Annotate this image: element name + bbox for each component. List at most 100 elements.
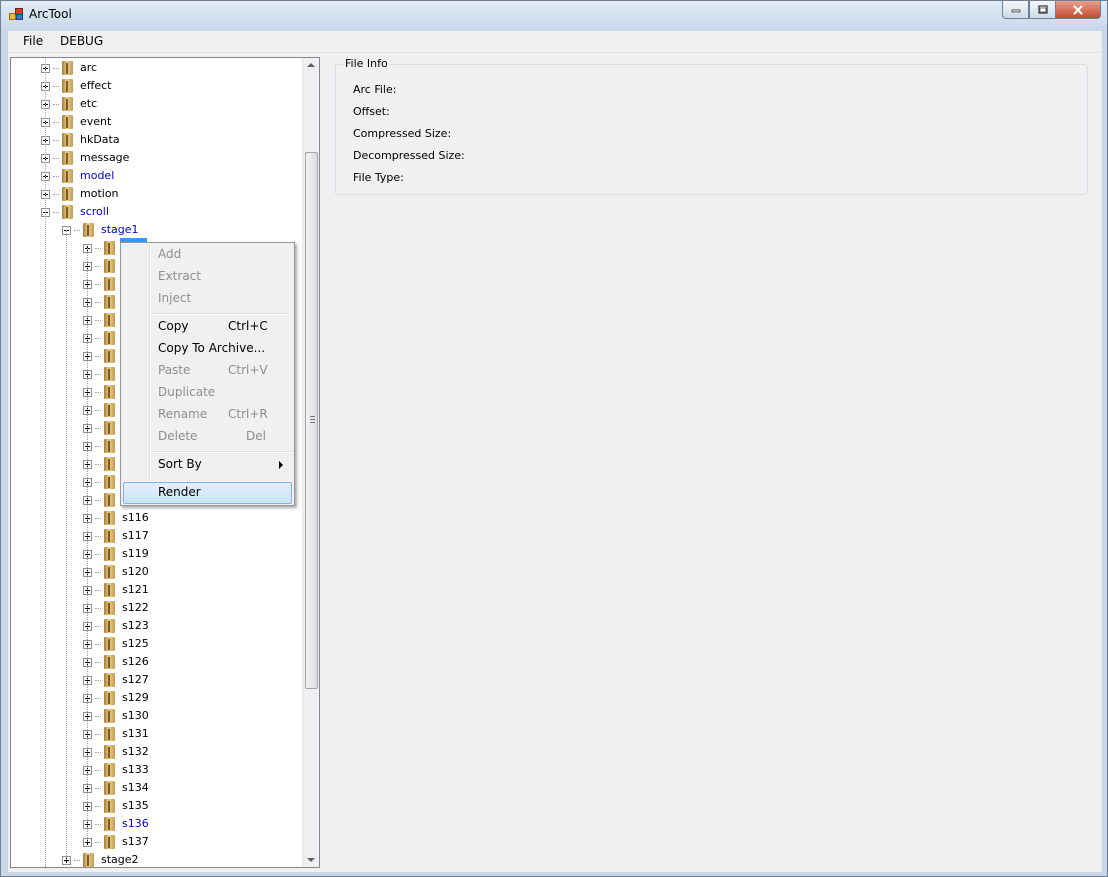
menu-item-sort-by[interactable]: Sort By: [123, 454, 292, 476]
tree-node-motion[interactable]: motion: [41, 185, 119, 203]
folder-icon: [102, 474, 118, 490]
tree-node-stage2[interactable]: stage2: [62, 851, 139, 867]
tree-node-message[interactable]: message: [41, 149, 129, 167]
tree-node-s126[interactable]: s126: [83, 653, 149, 671]
tree-node-s134[interactable]: s134: [83, 779, 149, 797]
menu-item-inject-label: Inject: [158, 291, 192, 305]
tree-node-hkData[interactable]: hkData: [41, 131, 120, 149]
tree-node-s129[interactable]: s129: [83, 689, 149, 707]
tree-node-hidden[interactable]: [83, 473, 122, 491]
restore-button[interactable]: [1029, 1, 1056, 19]
title-bar[interactable]: ArcTool: [1, 1, 1107, 31]
tree-node-s121[interactable]: s121: [83, 581, 149, 599]
tree-node-effect[interactable]: effect: [41, 77, 111, 95]
tree-node-label: s121: [122, 583, 149, 596]
close-button[interactable]: [1056, 1, 1101, 19]
menu-file[interactable]: File: [16, 34, 50, 50]
menu-item-paste[interactable]: Paste Ctrl+V: [123, 360, 292, 382]
tree-node-s122[interactable]: s122: [83, 599, 149, 617]
tree-node-label: model: [80, 169, 115, 182]
menu-item-rename[interactable]: Rename Ctrl+R: [123, 404, 292, 426]
tree-node-hidden[interactable]: [83, 383, 122, 401]
tree-node-s116[interactable]: s116: [83, 509, 149, 527]
menu-item-copy-to-archive-label: Copy To Archive...: [158, 341, 266, 355]
folder-icon: [102, 600, 118, 616]
tree-node-etc[interactable]: etc: [41, 95, 97, 113]
tree-node-label: effect: [80, 79, 112, 92]
tree-node-label: s116: [122, 511, 149, 524]
menu-item-copy[interactable]: Copy Ctrl+C: [123, 316, 292, 338]
menu-item-inject[interactable]: Inject: [123, 288, 292, 310]
file-info-title: File Info: [343, 57, 390, 70]
tree-connector: [95, 517, 101, 519]
tree-connector: [95, 463, 101, 465]
tree-connector: [95, 319, 101, 321]
tree-node-hidden[interactable]: [83, 329, 122, 347]
folder-icon: [102, 492, 118, 508]
menu-item-copy-to-archive[interactable]: Copy To Archive...: [123, 338, 292, 360]
tree-node-s127[interactable]: s127: [83, 671, 149, 689]
folder-icon: [102, 636, 118, 652]
tree-connector: [95, 769, 101, 771]
tree-node-s119[interactable]: s119: [83, 545, 149, 563]
scroll-grip-icon: [310, 416, 315, 423]
folder-icon: [102, 564, 118, 580]
menu-item-add[interactable]: Add: [123, 244, 292, 266]
tree-node-s132[interactable]: s132: [83, 743, 149, 761]
scroll-down-arrow-icon[interactable]: [307, 858, 315, 862]
tree-node-hidden[interactable]: [83, 275, 122, 293]
folder-icon: [60, 186, 76, 202]
tree-node-s130[interactable]: s130: [83, 707, 149, 725]
tree-connector: [53, 193, 59, 195]
minimize-button[interactable]: [1002, 1, 1029, 19]
tree-node-s136[interactable]: s136: [83, 815, 149, 833]
tree-connector: [95, 697, 101, 699]
menu-debug[interactable]: DEBUG: [53, 34, 110, 50]
tree-node-s125[interactable]: s125: [83, 635, 149, 653]
menu-item-delete[interactable]: Delete Del: [123, 426, 292, 448]
tree-node-hidden[interactable]: [83, 257, 122, 275]
folder-icon: [102, 294, 118, 310]
tree-node-hidden[interactable]: [83, 419, 122, 437]
tree-node-hidden[interactable]: [83, 437, 122, 455]
tree-connector: [95, 535, 101, 537]
tree-node-label: s131: [122, 727, 149, 740]
tree-node-hidden[interactable]: [83, 311, 122, 329]
tree-vertical-scrollbar[interactable]: [302, 58, 319, 867]
tree-node-s120[interactable]: s120: [83, 563, 149, 581]
menu-item-duplicate[interactable]: Duplicate: [123, 382, 292, 404]
tree-node-s131[interactable]: s131: [83, 725, 149, 743]
tree-node-hidden[interactable]: [83, 293, 122, 311]
tree-node-hidden[interactable]: [83, 239, 122, 257]
tree-connector: [53, 121, 59, 123]
menu-item-extract[interactable]: Extract: [123, 266, 292, 288]
folder-icon: [60, 132, 76, 148]
tree-node-s123[interactable]: s123: [83, 617, 149, 635]
tree-node-hidden[interactable]: [83, 455, 122, 473]
scroll-up-arrow-icon[interactable]: [307, 63, 315, 67]
tree-node-model[interactable]: model: [41, 167, 114, 185]
tree-node-scroll[interactable]: scroll: [41, 203, 109, 221]
tree-node-s135[interactable]: s135: [83, 797, 149, 815]
tree-node-event[interactable]: event: [41, 113, 111, 131]
tree-node-s133[interactable]: s133: [83, 761, 149, 779]
tree-connector: [95, 571, 101, 573]
tree-node-hidden[interactable]: [83, 491, 122, 509]
folder-icon: [102, 510, 118, 526]
tree-node-stage1[interactable]: stage1: [62, 221, 139, 239]
tree-node-hidden[interactable]: [83, 401, 122, 419]
menu-item-render[interactable]: Render: [123, 482, 292, 504]
scrollbar-thumb[interactable]: [305, 152, 318, 689]
tree-node-hidden[interactable]: [83, 365, 122, 383]
tree-connector: [95, 265, 101, 267]
tree-node-label: s119: [122, 547, 149, 560]
tree-node-s117[interactable]: s117: [83, 527, 149, 545]
tree-node-s137[interactable]: s137: [83, 833, 149, 851]
tree-node-label: s120: [122, 565, 149, 578]
tree-node-hidden[interactable]: [83, 347, 122, 365]
tree-connector: [95, 823, 101, 825]
tree-connector: [53, 211, 59, 213]
tree-node-arc[interactable]: arc: [41, 59, 97, 77]
tree-connector: [95, 373, 101, 375]
tree-connector: [95, 805, 101, 807]
